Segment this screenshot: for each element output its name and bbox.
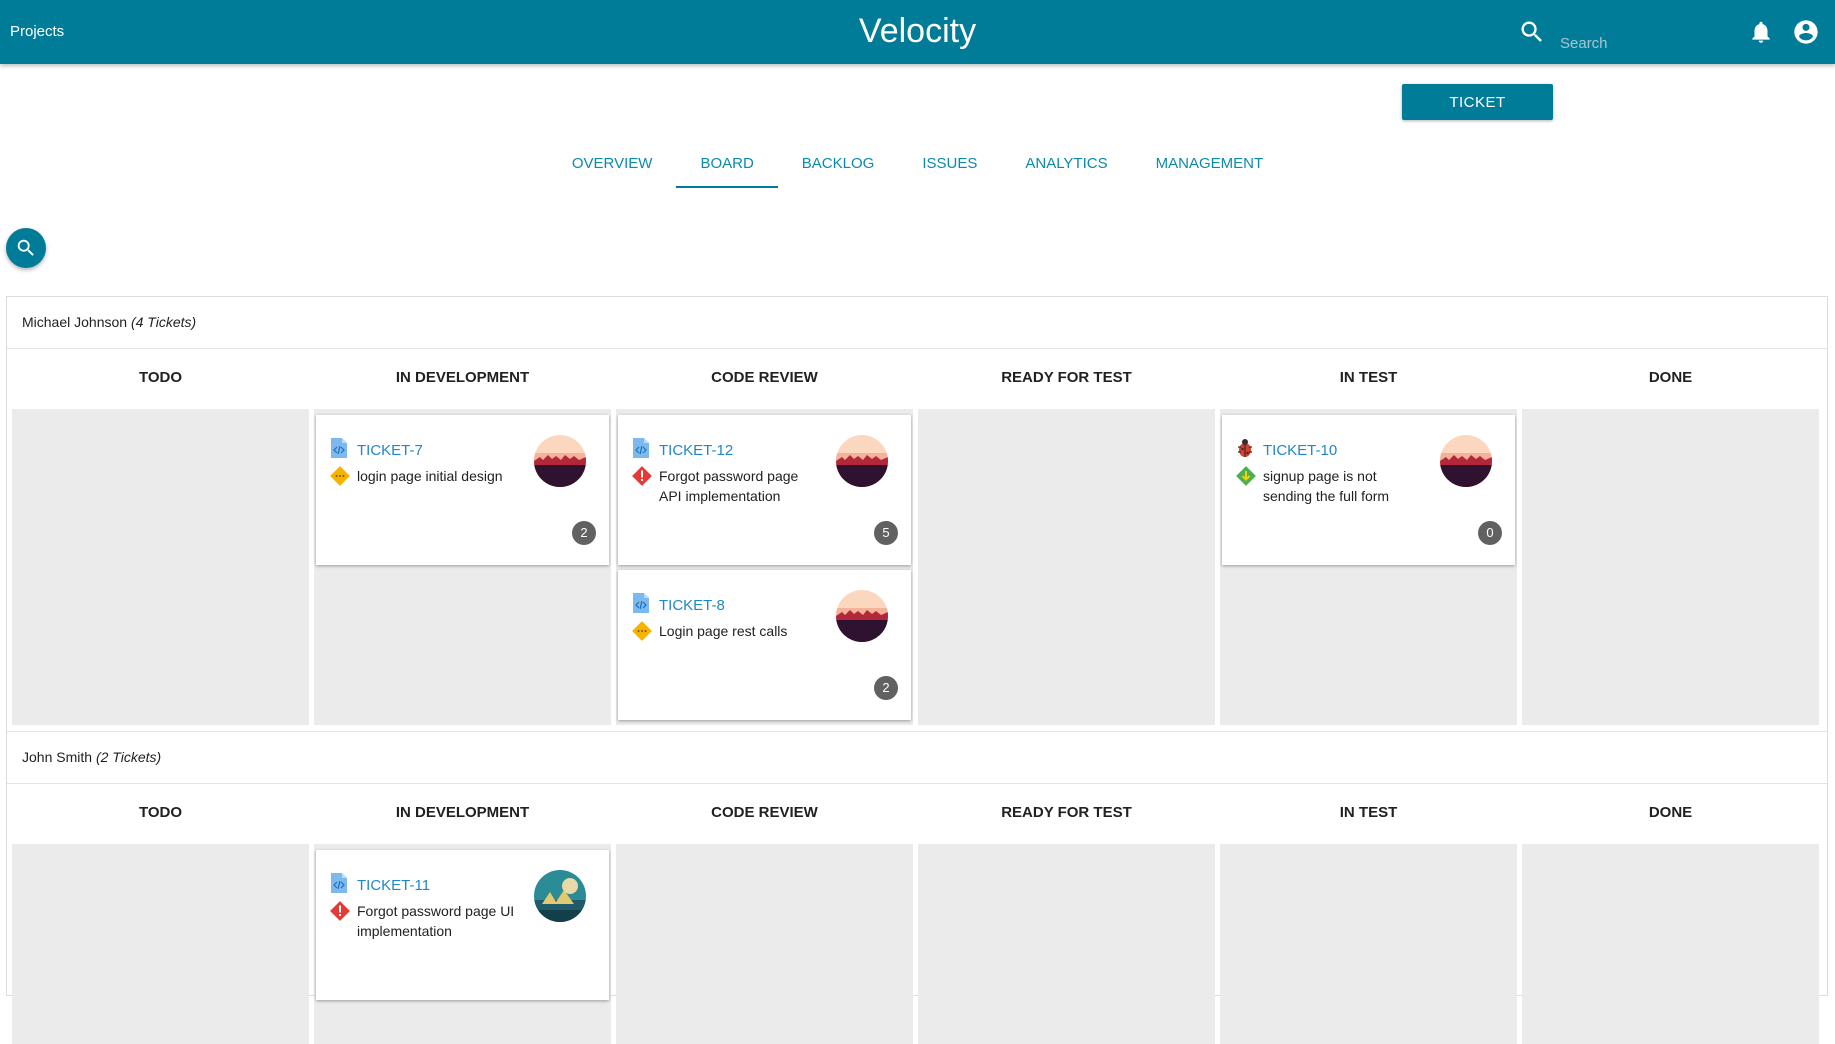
column-code-review: CODE REVIEW TICKET-12 Forgot password pa…	[616, 349, 913, 725]
kanban-board: Michael Johnson (4 Tickets) TODO IN DEVE…	[6, 296, 1828, 1044]
column-done: DONE	[1522, 784, 1819, 1044]
swimlane-ticket-count: (2 Tickets)	[95, 749, 162, 765]
comment-count-badge: 2	[874, 676, 898, 700]
avatar	[534, 435, 586, 487]
project-tabs: OVERVIEW BOARD BACKLOG ISSUES ANALYTICS …	[0, 140, 1835, 188]
tab-board[interactable]: BOARD	[676, 140, 778, 188]
column-in-development: IN DEVELOPMENT TICKET-11 Forgot password…	[314, 784, 611, 1044]
board-filter-button[interactable]	[6, 228, 46, 268]
column-drop-area[interactable]	[918, 409, 1215, 725]
high-priority-icon	[631, 465, 653, 487]
account-circle-icon[interactable]	[1792, 18, 1820, 46]
column-code-review: CODE REVIEW	[616, 784, 913, 1044]
column-drop-area[interactable]: TICKET-12 Forgot password page API imple…	[616, 409, 913, 725]
column-title: READY FOR TEST	[1001, 804, 1132, 821]
column-in-development: IN DEVELOPMENT TICKET-7 login page initi…	[314, 349, 611, 725]
column-drop-area[interactable]	[1522, 409, 1819, 725]
comment-count-badge: 0	[1478, 521, 1502, 545]
ticket-id-link[interactable]: TICKET-11	[357, 877, 430, 894]
column-drop-area[interactable]: TICKET-11 Forgot password page UI implem…	[314, 844, 611, 1044]
medium-priority-icon	[631, 620, 653, 642]
ticket-summary: signup page is not sending the full form	[1263, 468, 1390, 504]
column-title: TODO	[138, 804, 183, 821]
ticket-summary: login page initial design	[357, 468, 503, 484]
ticket-summary: Login page rest calls	[659, 623, 788, 639]
column-drop-area[interactable]	[1220, 844, 1517, 1044]
column-title: CODE REVIEW	[711, 369, 818, 386]
column-title: CODE REVIEW	[711, 804, 818, 821]
bug-icon	[1236, 437, 1254, 459]
ticket-card[interactable]: TICKET-8 Login page rest calls 2	[618, 570, 911, 720]
comment-count-badge: 5	[874, 521, 898, 545]
column-drop-area[interactable]	[12, 409, 309, 725]
column-title: DONE	[1648, 804, 1693, 821]
column-drop-area[interactable]	[12, 844, 309, 1044]
column-title: IN DEVELOPMENT	[395, 369, 530, 386]
tab-backlog[interactable]: BACKLOG	[778, 140, 899, 188]
ticket-summary: Forgot password page API implementation	[659, 468, 799, 504]
notifications-bell-icon[interactable]	[1748, 19, 1774, 45]
column-title: IN TEST	[1339, 804, 1398, 821]
ticket-id-link[interactable]: TICKET-10	[1263, 442, 1337, 459]
search-icon[interactable]	[1518, 18, 1546, 46]
comment-count-badge: 2	[572, 521, 596, 545]
ticket-card[interactable]: TICKET-10 signup page is not sending the…	[1222, 415, 1515, 565]
swimlane: John Smith (2 Tickets) TODO IN DEVELOPME…	[7, 731, 1827, 1044]
code-file-icon	[632, 437, 650, 459]
column-todo: TODO	[12, 784, 309, 1044]
column-title: IN DEVELOPMENT	[395, 804, 530, 821]
tab-management[interactable]: MANAGEMENT	[1132, 140, 1288, 188]
column-todo: TODO	[12, 349, 309, 725]
swimlane-ticket-count: (4 Tickets)	[130, 314, 197, 330]
column-title: IN TEST	[1339, 369, 1398, 386]
tab-overview[interactable]: OVERVIEW	[548, 140, 677, 188]
top-app-bar: Projects Velocity	[0, 0, 1835, 64]
ticket-id-link[interactable]: TICKET-8	[659, 597, 725, 614]
column-ready-for-test: READY FOR TEST	[918, 349, 1215, 725]
column-drop-area[interactable]	[616, 844, 913, 1044]
code-file-icon	[330, 872, 348, 894]
avatar	[836, 435, 888, 487]
column-ready-for-test: READY FOR TEST	[918, 784, 1215, 1044]
avatar	[534, 870, 586, 922]
column-in-test: IN TEST TICKET-10 signup page is not sen…	[1220, 349, 1517, 725]
ticket-card[interactable]: TICKET-11 Forgot password page UI implem…	[316, 850, 609, 1000]
code-file-icon	[330, 437, 348, 459]
column-drop-area[interactable]	[918, 844, 1215, 1044]
swimlane-assignee: John Smith	[22, 749, 93, 765]
column-in-test: IN TEST	[1220, 784, 1517, 1044]
ticket-id-link[interactable]: TICKET-12	[659, 442, 733, 459]
swimlane-assignee: Michael Johnson	[22, 314, 128, 330]
medium-priority-icon	[329, 465, 351, 487]
column-done: DONE	[1522, 349, 1819, 725]
column-drop-area[interactable]: TICKET-7 login page initial design 2	[314, 409, 611, 725]
tab-issues[interactable]: ISSUES	[898, 140, 1001, 188]
tab-analytics[interactable]: ANALYTICS	[1001, 140, 1131, 188]
projects-link[interactable]: Projects	[10, 23, 64, 40]
column-title: TODO	[138, 369, 183, 386]
column-title: DONE	[1648, 369, 1693, 386]
avatar	[836, 590, 888, 642]
search-icon	[17, 239, 34, 256]
swimlane-header[interactable]: Michael Johnson (4 Tickets)	[7, 297, 1827, 349]
column-drop-area[interactable]	[1522, 844, 1819, 1044]
avatar	[1440, 435, 1492, 487]
search-input[interactable]	[1560, 30, 1710, 56]
swimlane: Michael Johnson (4 Tickets) TODO IN DEVE…	[7, 297, 1827, 725]
create-ticket-button[interactable]: TICKET	[1402, 84, 1553, 120]
low-priority-icon	[1235, 465, 1257, 487]
ticket-card[interactable]: TICKET-7 login page initial design 2	[316, 415, 609, 565]
column-title: READY FOR TEST	[1001, 369, 1132, 386]
ticket-id-link[interactable]: TICKET-7	[357, 442, 423, 459]
high-priority-icon	[329, 900, 351, 922]
code-file-icon	[632, 592, 650, 614]
swimlane-header[interactable]: John Smith (2 Tickets)	[7, 732, 1827, 784]
column-drop-area[interactable]: TICKET-10 signup page is not sending the…	[1220, 409, 1517, 725]
ticket-summary: Forgot password page UI implementation	[357, 903, 515, 939]
ticket-card[interactable]: TICKET-12 Forgot password page API imple…	[618, 415, 911, 565]
